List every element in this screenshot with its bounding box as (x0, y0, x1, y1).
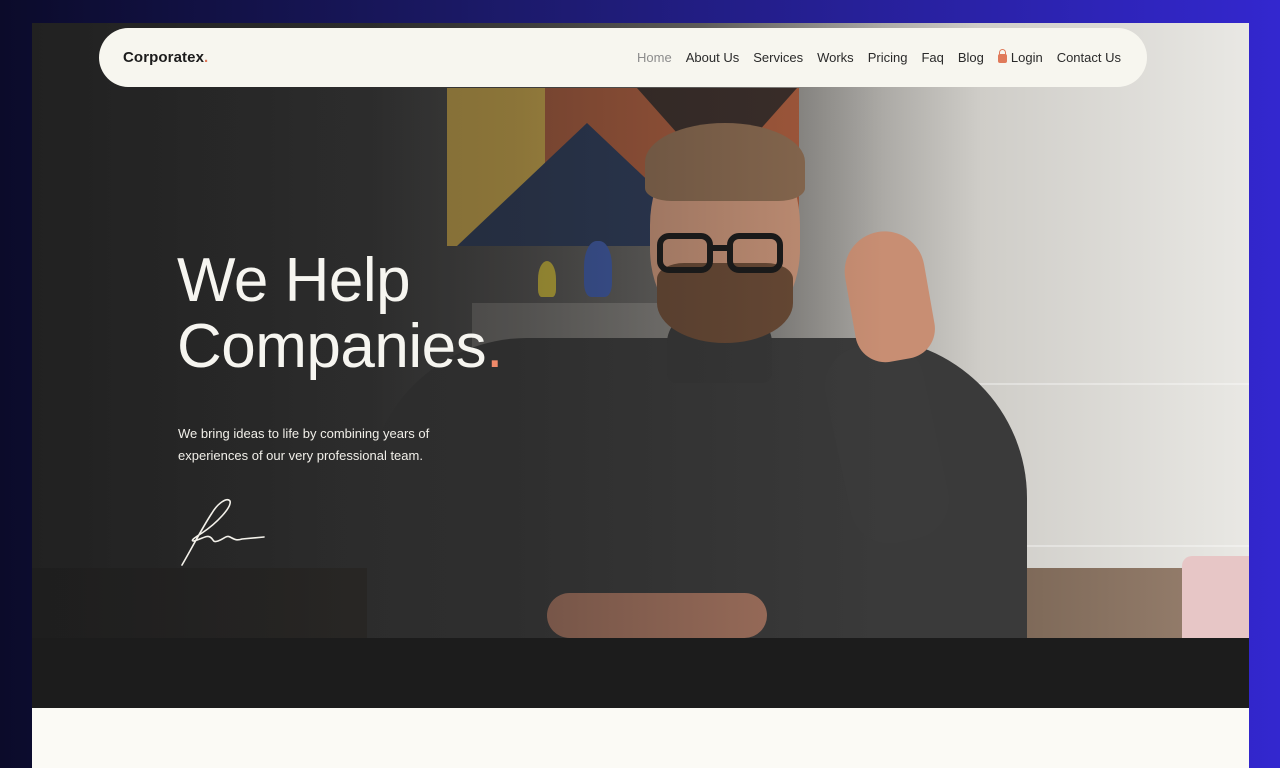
nav-about-us[interactable]: About Us (686, 50, 739, 65)
hero-title-line1: We Help (177, 246, 411, 315)
dark-band (32, 638, 1249, 708)
nav-login-label: Login (1010, 50, 1043, 65)
nav-services[interactable]: Services (753, 50, 803, 65)
hero-section: Corporatex. Home About Us Services Works… (32, 23, 1249, 638)
top-navbar: Corporatex. Home About Us Services Works… (99, 28, 1147, 87)
nav-pricing[interactable]: Pricing (868, 50, 908, 65)
hero-subtitle-line2: experiences of our very professional tea… (178, 448, 423, 463)
nav-works[interactable]: Works (817, 50, 854, 65)
nav-contact-us[interactable]: Contact Us (1057, 50, 1121, 65)
nav-home[interactable]: Home (637, 50, 672, 65)
browser-frame: Corporatex. Home About Us Services Works… (32, 23, 1249, 768)
hero-subtitle: We bring ideas to life by combining year… (178, 423, 498, 467)
content-section (32, 708, 1249, 768)
nav-login[interactable]: Login (997, 49, 1043, 65)
site-logo[interactable]: Corporatex. (123, 49, 208, 66)
hero-title-line2: Companies (177, 312, 487, 381)
lock-icon (997, 49, 1007, 63)
hero-subtitle-line1: We bring ideas to life by combining year… (178, 426, 430, 441)
nav-blog[interactable]: Blog (958, 50, 984, 65)
hero-title: We Help Companies. (177, 248, 617, 380)
hero-title-dot: . (486, 312, 503, 381)
nav-faq[interactable]: Faq (921, 50, 943, 65)
signature-icon (181, 498, 265, 566)
nav-links: Home About Us Services Works Pricing Faq… (637, 49, 1121, 65)
